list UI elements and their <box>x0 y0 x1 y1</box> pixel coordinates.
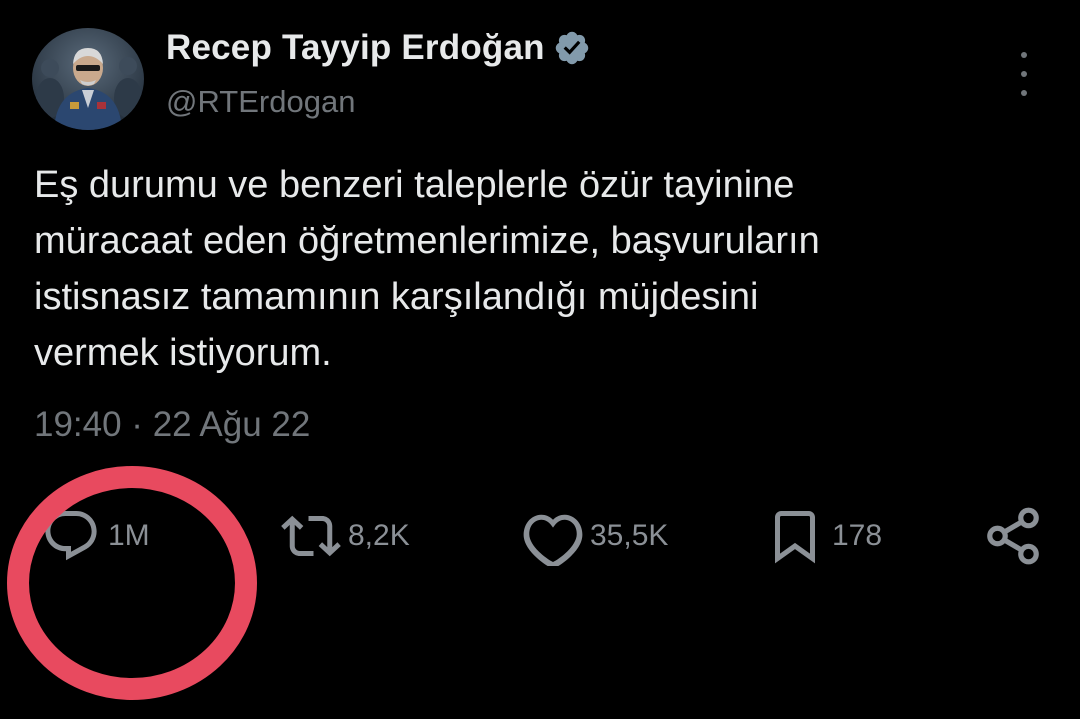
bookmark-count: 178 <box>832 519 883 552</box>
share-button[interactable] <box>982 500 1044 572</box>
tweet: Recep Tayyip Erdoğan @RTErdogan Eş durum… <box>0 0 1080 719</box>
like-button[interactable]: 35,5K <box>522 500 668 572</box>
avatar[interactable] <box>32 28 144 130</box>
retweet-count: 8,2K <box>348 519 410 552</box>
tweet-text: Eş durumu ve benzeri taleplerle özür tay… <box>34 164 820 374</box>
bookmark-icon <box>764 505 826 567</box>
avatar-photo-icon <box>32 28 144 130</box>
reply-button[interactable]: 1M <box>40 500 150 572</box>
reply-count: 1M <box>108 519 150 552</box>
more-options-icon[interactable] <box>1010 52 1038 96</box>
author-display-name[interactable]: Recep Tayyip Erdoğan <box>166 28 545 68</box>
like-count: 35,5K <box>590 519 669 552</box>
reply-icon <box>40 505 102 567</box>
verified-badge-icon <box>553 29 591 67</box>
bookmark-button[interactable]: 178 <box>764 500 882 572</box>
retweet-button[interactable]: 8,2K <box>280 500 410 572</box>
author-name-row[interactable]: Recep Tayyip Erdoğan <box>166 24 591 72</box>
retweet-icon <box>280 505 342 567</box>
share-icon <box>982 505 1044 567</box>
heart-icon <box>522 505 584 567</box>
action-bar: 1M 8,2K 35,5K 178 <box>0 500 1080 572</box>
author-handle[interactable]: @RTErdogan <box>166 84 355 120</box>
tweet-timestamp[interactable]: 19:40 · 22 Ağu 22 <box>34 405 310 445</box>
